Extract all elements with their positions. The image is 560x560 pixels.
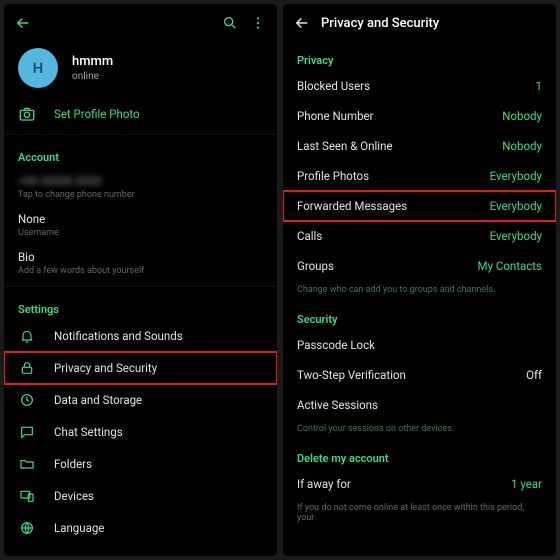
bell-icon bbox=[18, 327, 36, 345]
settings-item-label: Notifications and Sounds bbox=[54, 329, 263, 343]
search-icon[interactable] bbox=[221, 14, 239, 32]
privacy-hint: Change who can add you to groups and cha… bbox=[283, 281, 556, 301]
username-hint: Username bbox=[18, 228, 263, 238]
set-profile-photo-label: Set Profile Photo bbox=[54, 107, 263, 121]
phone-value: +00 00000 0000 bbox=[18, 174, 263, 188]
security-two-step[interactable]: Two-Step Verification Off bbox=[283, 360, 556, 390]
section-settings: Settings bbox=[4, 291, 277, 320]
phone-field[interactable]: +00 00000 0000 Tap to change phone numbe… bbox=[4, 168, 277, 206]
settings-item-data[interactable]: Data and Storage bbox=[4, 384, 277, 416]
camera-icon bbox=[18, 105, 36, 123]
section-delete: Delete my account bbox=[283, 440, 556, 469]
delete-hint: If you do not come online at least once … bbox=[283, 499, 556, 529]
security-passcode[interactable]: Passcode Lock bbox=[283, 330, 556, 360]
kv-label: Active Sessions bbox=[297, 398, 378, 412]
set-profile-photo[interactable]: Set Profile Photo bbox=[4, 98, 277, 130]
kv-value: My Contacts bbox=[478, 259, 542, 273]
settings-item-label: Devices bbox=[54, 489, 263, 503]
kv-label: Forwarded Messages bbox=[297, 199, 407, 213]
kv-label: Passcode Lock bbox=[297, 338, 375, 352]
settings-item-label: Privacy and Security bbox=[54, 361, 263, 375]
folder-icon bbox=[18, 455, 36, 473]
kv-value: Everybody bbox=[490, 169, 542, 183]
settings-item-label: Folders bbox=[54, 457, 263, 471]
security-active-sessions[interactable]: Active Sessions bbox=[283, 390, 556, 420]
kv-label: Phone Number bbox=[297, 109, 374, 123]
phone-hint: Tap to change phone number bbox=[18, 190, 263, 200]
bio-field[interactable]: Bio Add a few words about yourself bbox=[4, 244, 277, 282]
profile-status: online bbox=[72, 71, 113, 82]
settings-item-notifications[interactable]: Notifications and Sounds bbox=[4, 320, 277, 352]
page-title: Privacy and Security bbox=[321, 16, 439, 31]
profile-header[interactable]: H hmmm online bbox=[4, 42, 277, 98]
privacy-blocked-users[interactable]: Blocked Users 1 bbox=[283, 71, 556, 101]
username-value: None bbox=[18, 212, 263, 226]
privacy-phone-number[interactable]: Phone Number Nobody bbox=[283, 101, 556, 131]
kv-label: If away for bbox=[297, 477, 351, 491]
delete-if-away[interactable]: If away for 1 year bbox=[283, 469, 556, 499]
settings-item-devices[interactable]: Devices bbox=[4, 480, 277, 512]
kv-value: Everybody bbox=[490, 229, 542, 243]
topbar-right: Privacy and Security bbox=[283, 4, 556, 42]
settings-item-label: Chat Settings bbox=[54, 425, 263, 439]
settings-screen: H hmmm online Set Profile Photo Account … bbox=[4, 4, 277, 556]
settings-item-label: Data and Storage bbox=[54, 393, 263, 407]
back-icon[interactable] bbox=[14, 14, 32, 32]
security-hint: Control your sessions on other devices. bbox=[283, 420, 556, 440]
kv-label: Two-Step Verification bbox=[297, 368, 406, 382]
bio-value: Bio bbox=[18, 250, 263, 264]
settings-item-chat[interactable]: Chat Settings bbox=[4, 416, 277, 448]
kv-value: Everybody bbox=[490, 199, 542, 213]
devices-icon bbox=[18, 487, 36, 505]
section-account: Account bbox=[4, 139, 277, 168]
kv-value: 1 year bbox=[511, 477, 542, 491]
username-field[interactable]: None Username bbox=[4, 206, 277, 244]
privacy-security-screen: Privacy and Security Privacy Blocked Use… bbox=[283, 4, 556, 556]
kv-value: 1 bbox=[536, 79, 542, 93]
back-icon[interactable] bbox=[293, 14, 311, 32]
section-privacy: Privacy bbox=[283, 42, 556, 71]
kv-label: Blocked Users bbox=[297, 79, 370, 93]
section-security: Security bbox=[283, 301, 556, 330]
kv-label: Profile Photos bbox=[297, 169, 369, 183]
chat-icon bbox=[18, 423, 36, 441]
kv-value: Nobody bbox=[502, 139, 542, 153]
bio-hint: Add a few words about yourself bbox=[18, 266, 263, 276]
kv-label: Last Seen & Online bbox=[297, 139, 393, 153]
kv-label: Groups bbox=[297, 259, 334, 273]
settings-item-privacy[interactable]: Privacy and Security bbox=[4, 352, 277, 384]
more-icon[interactable] bbox=[249, 14, 267, 32]
kv-value: Nobody bbox=[502, 109, 542, 123]
privacy-profile-photos[interactable]: Profile Photos Everybody bbox=[283, 161, 556, 191]
profile-name: hmmm bbox=[72, 54, 113, 69]
settings-item-label: Language bbox=[54, 521, 263, 535]
avatar[interactable]: H bbox=[18, 48, 58, 88]
data-icon bbox=[18, 391, 36, 409]
kv-value: Off bbox=[526, 368, 542, 382]
settings-item-folders[interactable]: Folders bbox=[4, 448, 277, 480]
privacy-groups[interactable]: Groups My Contacts bbox=[283, 251, 556, 281]
privacy-forwarded-messages[interactable]: Forwarded Messages Everybody bbox=[283, 191, 556, 221]
topbar-left bbox=[4, 4, 277, 42]
privacy-calls[interactable]: Calls Everybody bbox=[283, 221, 556, 251]
globe-icon bbox=[18, 519, 36, 537]
settings-item-language[interactable]: Language bbox=[4, 512, 277, 544]
kv-label: Calls bbox=[297, 229, 322, 243]
lock-icon bbox=[18, 359, 36, 377]
privacy-last-seen[interactable]: Last Seen & Online Nobody bbox=[283, 131, 556, 161]
